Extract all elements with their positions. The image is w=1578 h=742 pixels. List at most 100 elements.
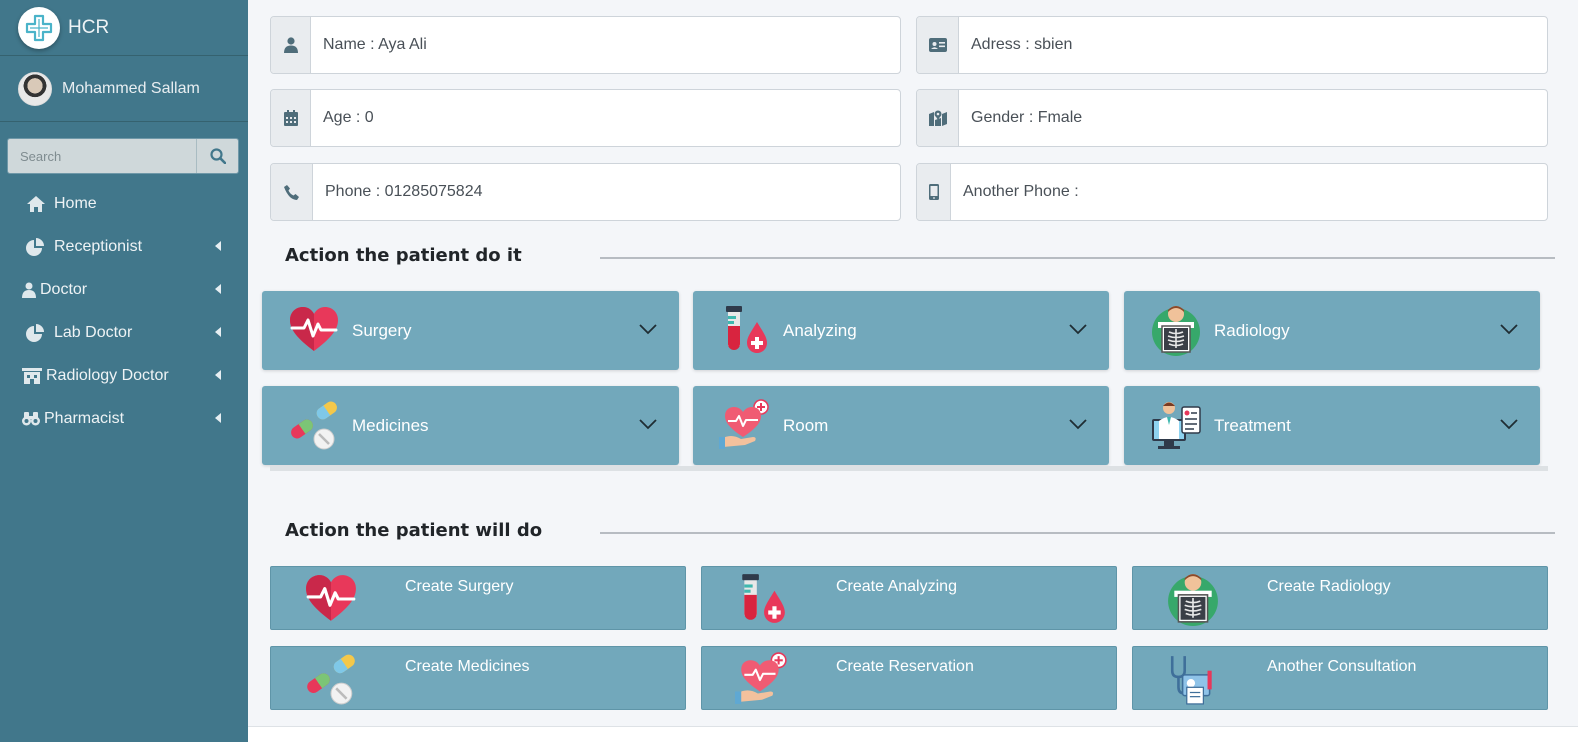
tile-label: Create Surgery <box>405 578 514 595</box>
chevron-down-icon <box>1500 418 1518 430</box>
tile-label: Create Analyzing <box>836 578 957 595</box>
search-input[interactable] <box>8 139 196 173</box>
create-radiology-button[interactable]: Create Radiology <box>1132 566 1548 630</box>
create-analyzing-button[interactable]: Create Analyzing <box>701 566 1117 630</box>
brand-logo <box>18 6 60 49</box>
card-analyzing[interactable]: Analyzing <box>693 291 1109 370</box>
patient-another-phone: Another Phone : <box>963 183 1079 200</box>
sidebar-item-label: Doctor <box>40 280 88 298</box>
main-content: Name : Aya Ali Adress : sbien Age : 0 Ge… <box>248 0 1578 742</box>
card-treatment[interactable]: Treatment <box>1124 386 1540 465</box>
home-icon <box>26 195 54 213</box>
heart-pulse-icon <box>288 303 340 357</box>
calendar-icon <box>271 90 311 146</box>
chevron-left-icon <box>214 369 222 381</box>
chevron-left-icon <box>214 283 222 295</box>
card-surgery[interactable]: Surgery <box>262 291 679 370</box>
sidebar-item-doctor[interactable]: Doctor <box>0 268 248 311</box>
patient-age-field[interactable]: Age : 0 <box>270 89 901 147</box>
create-medicines-button[interactable]: Create Medicines <box>270 646 686 710</box>
pie-chart-icon <box>26 237 54 256</box>
create-reservation-button[interactable]: Create Reservation <box>701 646 1117 710</box>
pills-icon <box>288 398 340 452</box>
section-divider <box>600 532 1555 534</box>
avatar <box>18 71 52 106</box>
sidebar-item-radiology-doctor[interactable]: Radiology Doctor <box>0 354 248 397</box>
doctor-monitor-icon <box>1150 398 1202 452</box>
hospital-icon <box>22 367 46 384</box>
horizontal-scrollbar[interactable] <box>270 466 1548 471</box>
health-cross-icon <box>25 14 53 41</box>
card-label: Radiology <box>1214 321 1290 340</box>
tile-label: Create Medicines <box>405 658 530 675</box>
patient-age: Age : 0 <box>323 109 374 126</box>
patient-phone: Phone : 01285075824 <box>325 183 483 200</box>
patient-name-field[interactable]: Name : Aya Ali <box>270 16 901 74</box>
xray-icon <box>1165 572 1221 626</box>
chevron-down-icon <box>1069 323 1087 335</box>
brand[interactable]: HCR <box>0 0 248 56</box>
sidebar-item-label: Home <box>54 194 97 212</box>
tile-label: Create Reservation <box>836 658 974 675</box>
binoculars-icon <box>22 411 44 426</box>
chevron-left-icon <box>214 412 222 424</box>
sidebar-item-receptionist[interactable]: Receptionist <box>0 225 248 268</box>
patient-gender-field[interactable]: Gender : Fmale <box>916 89 1548 147</box>
user-name: Mohammed Sallam <box>62 79 200 97</box>
pills-icon <box>303 652 359 706</box>
pie-chart-icon <box>26 323 54 342</box>
card-medicines[interactable]: Medicines <box>262 386 679 465</box>
patient-name: Name : Aya Ali <box>323 36 427 53</box>
search-button[interactable] <box>196 139 238 173</box>
card-label: Treatment <box>1214 416 1291 435</box>
card-label: Surgery <box>352 321 412 340</box>
patient-phone-field[interactable]: Phone : 01285075824 <box>270 163 901 221</box>
patient-address: Adress : sbien <box>971 36 1073 53</box>
search-icon <box>209 148 226 164</box>
tile-label: Another Consultation <box>1267 658 1417 675</box>
section-title-done: Action the patient do it <box>285 245 522 266</box>
patient-gender: Gender : Fmale <box>971 109 1083 126</box>
user-panel[interactable]: Mohammed Sallam <box>0 56 248 122</box>
sidebar-item-lab-doctor[interactable]: Lab Doctor <box>0 311 248 354</box>
brand-name: HCR <box>68 16 110 38</box>
chevron-left-icon <box>214 326 222 338</box>
card-radiology[interactable]: Radiology <box>1124 291 1540 370</box>
card-label: Room <box>783 416 829 435</box>
heart-hand-icon <box>719 398 771 452</box>
map-marked-icon <box>917 90 959 146</box>
heart-hand-icon <box>734 652 790 706</box>
sidebar-item-pharmacist[interactable]: Pharmacist <box>0 397 248 440</box>
blood-test-icon <box>719 303 771 357</box>
sidebar-item-label: Lab Doctor <box>54 323 133 341</box>
card-label: Analyzing <box>783 321 857 340</box>
consultation-icon <box>1165 652 1221 706</box>
chevron-down-icon <box>639 418 657 430</box>
section-divider <box>600 257 1555 259</box>
chevron-left-icon <box>214 240 222 252</box>
sidebar-search <box>7 138 239 174</box>
footer <box>248 726 1578 742</box>
section-title-will-do: Action the patient will do <box>285 520 543 541</box>
chevron-down-icon <box>1069 418 1087 430</box>
phone-icon <box>271 164 313 220</box>
heart-pulse-icon <box>303 572 359 626</box>
patient-address-field[interactable]: Adress : sbien <box>916 16 1548 74</box>
chevron-down-icon <box>1500 323 1518 335</box>
user-icon <box>271 17 311 73</box>
sidebar-item-home[interactable]: Home <box>0 182 248 225</box>
card-label: Medicines <box>352 416 429 435</box>
create-surgery-button[interactable]: Create Surgery <box>270 566 686 630</box>
sidebar-item-label: Receptionist <box>54 237 143 255</box>
sidebar: HCR Mohammed Sallam Home Receptionist <box>0 0 248 742</box>
sidebar-item-label: Pharmacist <box>44 409 125 427</box>
tile-label: Create Radiology <box>1267 578 1391 595</box>
user-doctor-icon <box>22 282 40 298</box>
card-room[interactable]: Room <box>693 386 1109 465</box>
patient-another-phone-field[interactable]: Another Phone : <box>916 163 1548 221</box>
id-card-icon <box>917 17 959 73</box>
chevron-down-icon <box>639 323 657 335</box>
another-consultation-button[interactable]: Another Consultation <box>1132 646 1548 710</box>
blood-test-icon <box>734 572 790 626</box>
xray-icon <box>1150 303 1202 357</box>
